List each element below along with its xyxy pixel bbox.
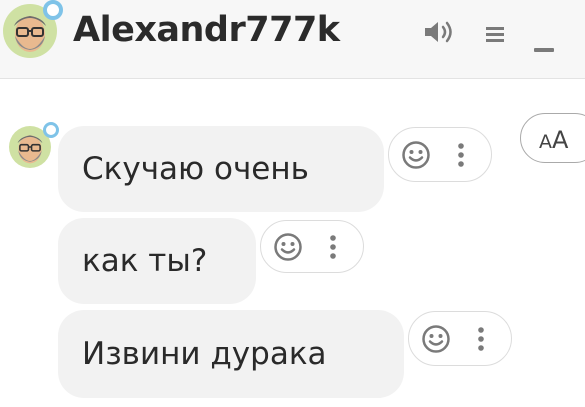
message-actions xyxy=(388,127,492,182)
font-size-large-label: A xyxy=(552,126,569,154)
message-text: Скучаю очень xyxy=(82,151,309,187)
message-bubble[interactable]: Скучаю очень xyxy=(58,126,384,212)
user-avatar[interactable] xyxy=(3,0,63,58)
more-options-icon[interactable] xyxy=(477,326,485,352)
more-options-icon[interactable] xyxy=(457,142,465,168)
message-actions xyxy=(260,220,364,273)
message-bubble[interactable]: Извини дурака xyxy=(58,310,404,398)
online-status-indicator xyxy=(43,122,59,138)
emoji-reaction-icon[interactable] xyxy=(273,232,303,262)
more-options-icon[interactable] xyxy=(329,234,337,260)
menu-icon[interactable] xyxy=(484,24,506,44)
chat-header: Alexandr777k xyxy=(0,0,585,79)
speaker-icon[interactable] xyxy=(422,18,458,46)
message-sender-avatar[interactable] xyxy=(9,122,59,168)
emoji-reaction-icon[interactable] xyxy=(401,140,431,170)
message-text: Извини дурака xyxy=(82,336,327,372)
message-actions xyxy=(408,311,512,366)
font-size-toggle-button[interactable]: AA xyxy=(520,113,585,163)
emoji-reaction-icon[interactable] xyxy=(421,324,451,354)
message-bubble[interactable]: как ты? xyxy=(58,218,256,304)
minimize-icon[interactable] xyxy=(534,48,554,52)
online-status-indicator xyxy=(43,0,63,20)
chat-username[interactable]: Alexandr777k xyxy=(73,10,340,50)
message-text: как ты? xyxy=(82,243,208,279)
font-size-small-label: A xyxy=(539,131,552,153)
